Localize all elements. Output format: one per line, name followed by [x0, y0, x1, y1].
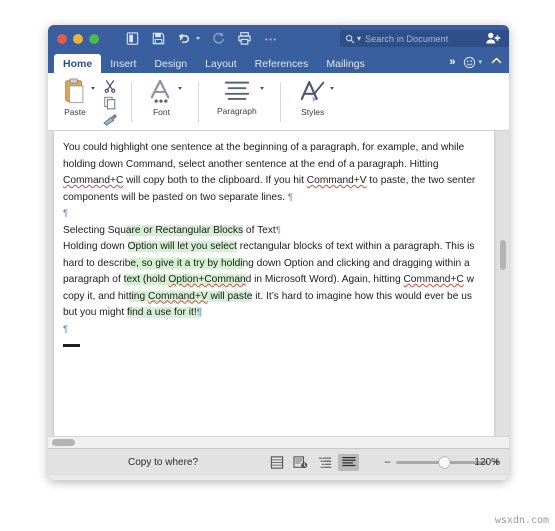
- font-button[interactable]: Font: [148, 73, 175, 117]
- clipboard-mini-buttons: [103, 73, 118, 127]
- styles-label: Styles: [301, 107, 325, 117]
- doc-heading-line: Selecting Square or Rectangular Blocks o…: [63, 224, 281, 236]
- doc-line-6: Holding down Option will let you select …: [63, 241, 475, 252]
- tab-home[interactable]: Home: [54, 54, 102, 73]
- overflow-icon[interactable]: [263, 31, 278, 46]
- paragraph-button[interactable]: Paragraph: [217, 73, 257, 116]
- styles-dropdown-caret[interactable]: [329, 87, 334, 90]
- minimize-window-button[interactable]: [73, 33, 83, 44]
- document-horizontal-scrollbar[interactable]: [48, 436, 509, 448]
- undo-dropdown-caret[interactable]: [196, 37, 200, 40]
- paste-dropdown-caret[interactable]: [91, 87, 95, 90]
- pilcrow-mark: ¶: [63, 208, 69, 219]
- redo-icon[interactable]: [211, 31, 226, 46]
- copy-icon[interactable]: [103, 96, 117, 110]
- doc-line-7: hard to describe, so give it a try by ho…: [63, 257, 470, 269]
- ribbon-group-styles: Styles: [281, 73, 334, 130]
- ribbon-group-clipboard: Paste: [48, 73, 132, 130]
- zoom-level-label[interactable]: 120%: [474, 457, 500, 468]
- close-window-button[interactable]: [57, 33, 67, 44]
- pilcrow-mark: ¶: [63, 323, 69, 335]
- status-message: Copy to where?: [128, 456, 199, 468]
- doc-line-4: components will be pasted on two separat…: [63, 191, 293, 203]
- paragraph-icon: [224, 81, 250, 100]
- paragraph-label: Paragraph: [217, 106, 257, 116]
- doc-line-1: You could highlight one sentence at the …: [63, 142, 465, 153]
- new-document-icon[interactable]: [125, 31, 140, 46]
- smiley-dropdown-caret[interactable]: ▾: [478, 58, 482, 66]
- ribbon-tab-bar: Home Insert Design Layout References Mai…: [48, 52, 509, 73]
- view-mode-outline[interactable]: [314, 454, 335, 471]
- window-titlebar: ▾ Search in Document: [48, 25, 509, 52]
- paragraph-dropdown-caret[interactable]: [259, 87, 264, 90]
- collapse-ribbon-icon[interactable]: [490, 53, 503, 71]
- pilcrow-mark: ¶: [287, 191, 293, 203]
- ribbon-group-font: Font: [132, 73, 199, 130]
- doc-line-5: ¶: [63, 206, 494, 223]
- smiley-icon[interactable]: ▾: [463, 56, 482, 69]
- save-icon[interactable]: [151, 31, 166, 46]
- ribbon-group-paragraph: Paragraph: [199, 73, 281, 130]
- doc-line-8: paragraph of text (hold Option+Command i…: [63, 274, 474, 285]
- doc-end-of-document-marker: [63, 338, 494, 355]
- zoom-out-button[interactable]: −: [384, 456, 391, 468]
- document-area: You could highlight one sentence at the …: [48, 131, 509, 448]
- zoom-slider-thumb[interactable]: [438, 456, 450, 468]
- view-mode-web-layout[interactable]: [290, 454, 311, 471]
- quick-access-toolbar: [125, 31, 278, 46]
- document-page[interactable]: You could highlight one sentence at the …: [54, 131, 494, 437]
- font-icon: [150, 79, 170, 103]
- tab-design[interactable]: Design: [145, 54, 196, 73]
- styles-icon: [300, 81, 324, 102]
- pilcrow-mark: ¶: [275, 224, 281, 236]
- paste-label: Paste: [64, 107, 86, 117]
- share-user-icon[interactable]: [485, 31, 501, 47]
- doc-line-2: holding down Command, select another sen…: [63, 158, 439, 170]
- tab-bar-right-controls: » ▾: [449, 53, 503, 71]
- format-painter-icon[interactable]: [103, 113, 118, 127]
- ribbon-toolbar: Paste Font Paragraph Styles: [48, 73, 509, 131]
- search-input[interactable]: ▾ Search in Document: [340, 30, 509, 47]
- tab-mailings[interactable]: Mailings: [317, 54, 374, 73]
- document-vertical-scrollbar[interactable]: [499, 135, 507, 435]
- maximize-window-button[interactable]: [89, 33, 99, 44]
- more-tabs-icon[interactable]: »: [449, 56, 455, 68]
- tab-references[interactable]: References: [246, 54, 318, 73]
- tab-layout[interactable]: Layout: [196, 54, 246, 73]
- cut-icon[interactable]: [103, 79, 117, 93]
- styles-button[interactable]: Styles: [299, 73, 327, 117]
- view-mode-print-layout-grid[interactable]: [266, 454, 287, 471]
- search-dropdown-caret[interactable]: ▾: [357, 34, 361, 43]
- print-icon[interactable]: [237, 31, 252, 46]
- view-mode-draft[interactable]: [338, 453, 359, 471]
- traffic-light-group: [57, 33, 99, 44]
- font-dropdown-caret[interactable]: [178, 87, 182, 90]
- doc-line-10: but you might find a use for it!¶: [63, 307, 202, 318]
- doc-line-3: Command+C will copy both to the clipboar…: [63, 175, 476, 186]
- doc-line-11: ¶: [63, 322, 494, 339]
- doc-line-9: copy it, and hitting Command+V will past…: [63, 290, 472, 302]
- tab-insert[interactable]: Insert: [101, 54, 145, 73]
- status-bar: Copy to where? − + 120%: [48, 448, 509, 475]
- font-label: Font: [152, 107, 170, 117]
- watermark-text: wsxdn.com: [494, 515, 549, 526]
- paste-button[interactable]: Paste: [62, 73, 88, 117]
- search-icon: [345, 34, 355, 43]
- document-text-body[interactable]: You could highlight one sentence at the …: [63, 140, 494, 355]
- view-mode-buttons: [266, 453, 359, 471]
- vertical-scrollbar-thumb[interactable]: [500, 240, 506, 270]
- screenshot-canvas: ▾ Search in Document Home Insert Design …: [0, 0, 555, 531]
- undo-icon[interactable]: [177, 31, 192, 46]
- pilcrow-mark: ¶: [196, 307, 202, 318]
- search-placeholder: Search in Document: [365, 33, 449, 44]
- word-application-window: ▾ Search in Document Home Insert Design …: [48, 25, 509, 480]
- paste-icon: [65, 78, 84, 104]
- horizontal-scrollbar-thumb[interactable]: [52, 439, 75, 446]
